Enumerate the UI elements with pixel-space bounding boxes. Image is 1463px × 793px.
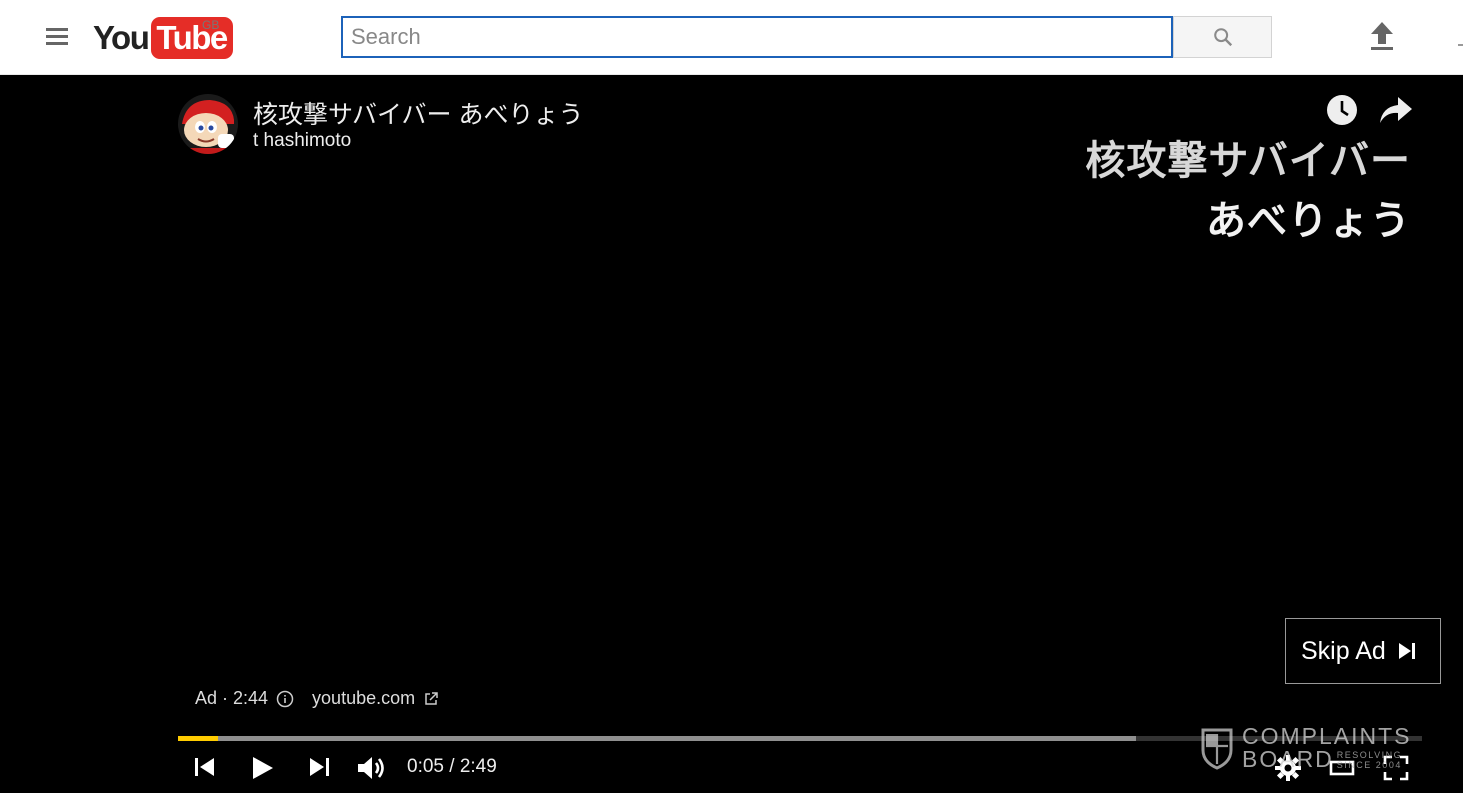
watermark-line1: COMPLAINTS xyxy=(1242,723,1412,749)
shield-icon xyxy=(1201,728,1233,770)
previous-icon xyxy=(195,758,214,776)
logo-tube-text: Tube xyxy=(151,17,233,59)
channel-avatar[interactable] xyxy=(178,94,238,154)
complaints-board-watermark: COMPLAINTS BOARD RESOLVING SINCE 2004 xyxy=(1200,725,1412,771)
previous-button[interactable] xyxy=(192,754,218,785)
search-input[interactable] xyxy=(343,18,1171,56)
video-player[interactable]: 核攻撃サバイバー あべりょう t hashimoto 核攻撃サバイバー あべりょ… xyxy=(0,75,1463,793)
skip-ad-label: Skip Ad xyxy=(1301,636,1386,665)
skip-ad-button[interactable]: Skip Ad xyxy=(1285,618,1441,684)
video-title[interactable]: 核攻撃サバイバー あべりょう xyxy=(253,95,583,131)
share-icon xyxy=(1380,97,1412,123)
logo-you-text: You xyxy=(93,19,150,56)
upload-button[interactable] xyxy=(1366,18,1398,54)
watch-later-button[interactable] xyxy=(1325,93,1359,127)
progress-loaded xyxy=(178,736,1136,741)
info-icon[interactable] xyxy=(276,690,294,708)
upload-icon xyxy=(1371,22,1393,50)
time-display: 0:05 / 2:49 xyxy=(407,756,497,777)
watermark-tag-line2: SINCE 2004 xyxy=(1336,760,1402,771)
external-link-icon[interactable] xyxy=(423,691,439,707)
skip-next-icon xyxy=(1398,643,1415,659)
progress-played xyxy=(178,736,218,741)
play-icon xyxy=(253,757,273,779)
ad-link[interactable]: youtube.com xyxy=(312,688,415,709)
next-icon xyxy=(310,758,329,776)
share-button[interactable] xyxy=(1378,95,1414,125)
search-box xyxy=(341,16,1173,58)
search-icon xyxy=(1213,28,1232,47)
channel-name[interactable]: t hashimoto xyxy=(253,130,351,152)
watermark-line2: BOARD xyxy=(1242,746,1334,772)
overflow-indicator xyxy=(1458,44,1463,46)
volume-button[interactable] xyxy=(356,754,388,787)
menu-icon[interactable] xyxy=(46,28,68,46)
play-button[interactable] xyxy=(248,754,276,787)
overlay-title-line1: 核攻撃サバイバー xyxy=(1085,139,1411,183)
masthead: You Tube GB xyxy=(0,0,1463,75)
overlay-title-line2: あべりょう xyxy=(1206,199,1411,243)
ad-info: Ad · 2:44 youtube.com xyxy=(195,688,439,709)
ad-countdown: Ad · 2:44 xyxy=(195,688,269,708)
volume-icon xyxy=(358,757,384,779)
watch-later-icon xyxy=(1327,95,1357,125)
next-button[interactable] xyxy=(306,754,332,785)
region-label: GB xyxy=(202,18,220,32)
search-button[interactable] xyxy=(1173,16,1272,58)
